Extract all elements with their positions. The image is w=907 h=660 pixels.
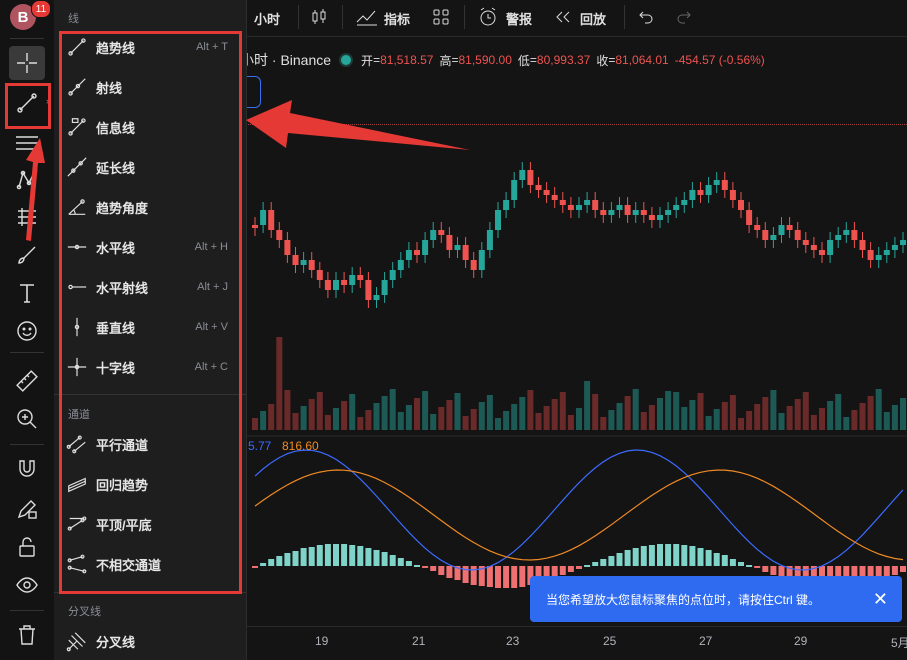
annotation-arrow-left [26,138,45,241]
toast-text: 当您希望放大您鼠标聚焦的点位时，请按住Ctrl 键。 [546,592,820,607]
annotation-arrows [26,100,470,241]
annotation-arrow-right [246,100,470,150]
ctrl-zoom-toast: 当您希望放大您鼠标聚焦的点位时，请按住Ctrl 键。 ✕ [530,576,902,622]
close-icon[interactable]: ✕ [873,589,888,610]
